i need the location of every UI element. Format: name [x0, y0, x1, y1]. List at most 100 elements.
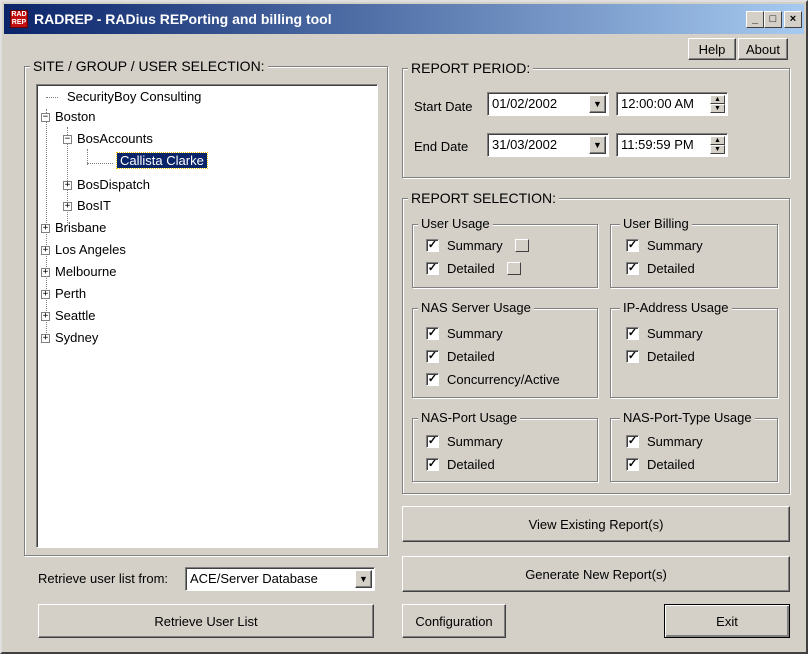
tree-item-sydney[interactable]: Sydney: [55, 330, 98, 345]
user-usage-detailed-checkbox[interactable]: ✓: [426, 262, 439, 275]
nas-server-summary-label: Summary: [447, 326, 503, 341]
exit-button[interactable]: Exit: [664, 604, 790, 638]
tree-expander-bosdispatch[interactable]: +: [63, 181, 72, 190]
about-button[interactable]: About: [738, 38, 788, 60]
ip-address-detailed-label: Detailed: [647, 349, 695, 364]
nas-port-summary-label: Summary: [447, 434, 503, 449]
tree-expander-seattle[interactable]: +: [41, 312, 50, 321]
ip-address-detailed-row[interactable]: ✓ Detailed: [626, 349, 695, 364]
retrieve-user-list-button[interactable]: Retrieve User List: [38, 604, 374, 638]
user-billing-group: [610, 224, 778, 288]
tree-item-seattle[interactable]: Seattle: [55, 308, 95, 323]
spin-up-icon[interactable]: ▲: [710, 136, 725, 145]
nas-server-detailed-checkbox[interactable]: ✓: [426, 350, 439, 363]
nas-port-type-usage-group: [610, 418, 778, 482]
end-date-label: End Date: [414, 139, 469, 154]
tree-expander-melbourne[interactable]: +: [41, 268, 50, 277]
title-bar[interactable]: RAD REP RADREP - RADius REPorting and bi…: [4, 4, 804, 34]
end-time-value: 11:59:59 PM: [621, 137, 694, 152]
user-usage-detailed-row[interactable]: ✓ Detailed: [426, 261, 521, 276]
start-date-picker[interactable]: 01/02/2002 ▼: [487, 92, 609, 116]
tree-item-melbourne[interactable]: Melbourne: [55, 264, 116, 279]
user-billing-detailed-label: Detailed: [647, 261, 695, 276]
nas-port-type-detailed-checkbox[interactable]: ✓: [626, 458, 639, 471]
end-date-value: 31/03/2002: [492, 137, 558, 152]
retrieve-source-value: ACE/Server Database: [190, 571, 318, 586]
user-usage-group: [412, 224, 598, 288]
tree-expander-brisbane[interactable]: +: [41, 224, 50, 233]
nas-server-summary-checkbox[interactable]: ✓: [426, 327, 439, 340]
ip-address-summary-checkbox[interactable]: ✓: [626, 327, 639, 340]
user-billing-summary-row[interactable]: ✓ Summary: [626, 238, 703, 253]
site-tree[interactable]: SecurityBoy Consulting − Boston − BosAcc…: [36, 84, 378, 548]
tree-expander-perth[interactable]: +: [41, 290, 50, 299]
chevron-down-icon[interactable]: ▼: [589, 95, 606, 113]
view-existing-reports-button[interactable]: View Existing Report(s): [402, 506, 790, 542]
configuration-button[interactable]: Configuration: [402, 604, 506, 638]
nas-server-concurrency-label: Concurrency/Active: [447, 372, 560, 387]
spin-down-icon[interactable]: ▼: [710, 145, 725, 154]
user-usage-detailed-options-button[interactable]: [506, 262, 521, 275]
nas-server-usage-title: NAS Server Usage: [418, 300, 534, 315]
tree-expander-bosaccounts[interactable]: −: [63, 135, 72, 144]
nas-port-detailed-row[interactable]: ✓ Detailed: [426, 457, 495, 472]
tree-item-callista-clarke[interactable]: Callista Clarke: [116, 152, 208, 169]
tree-item-bosit[interactable]: BosIT: [77, 198, 111, 213]
user-billing-detailed-row[interactable]: ✓ Detailed: [626, 261, 695, 276]
tree-expander-boston[interactable]: −: [41, 113, 50, 122]
tree-expander-sydney[interactable]: +: [41, 334, 50, 343]
start-time-value: 12:00:00 AM: [621, 96, 694, 111]
tree-item-perth[interactable]: Perth: [55, 286, 86, 301]
tree-item-los-angeles[interactable]: Los Angeles: [55, 242, 126, 257]
nas-server-detailed-row[interactable]: ✓ Detailed: [426, 349, 495, 364]
tree-item-bosaccounts[interactable]: BosAccounts: [77, 131, 153, 146]
user-usage-summary-row[interactable]: ✓ Summary: [426, 238, 529, 253]
chevron-down-icon[interactable]: ▼: [589, 136, 606, 154]
tree-item-bosdispatch[interactable]: BosDispatch: [77, 177, 150, 192]
help-button[interactable]: Help: [688, 38, 736, 60]
tree-item-boston[interactable]: Boston: [55, 109, 95, 124]
retrieve-source-select[interactable]: ACE/Server Database ▼: [185, 567, 375, 591]
ip-address-summary-label: Summary: [647, 326, 703, 341]
ip-address-detailed-checkbox[interactable]: ✓: [626, 350, 639, 363]
nas-port-type-summary-label: Summary: [647, 434, 703, 449]
ip-address-summary-row[interactable]: ✓ Summary: [626, 326, 703, 341]
spin-up-icon[interactable]: ▲: [710, 95, 725, 104]
tree-item-securityboy[interactable]: SecurityBoy Consulting: [67, 89, 201, 104]
start-time-spinner[interactable]: 12:00:00 AM ▲ ▼: [616, 92, 728, 116]
nas-port-summary-checkbox[interactable]: ✓: [426, 435, 439, 448]
nas-port-type-detailed-row[interactable]: ✓ Detailed: [626, 457, 695, 472]
end-time-spin-buttons[interactable]: ▲ ▼: [710, 136, 725, 154]
chevron-down-icon[interactable]: ▼: [355, 570, 372, 588]
tree-item-brisbane[interactable]: Brisbane: [55, 220, 106, 235]
nas-server-detailed-label: Detailed: [447, 349, 495, 364]
tree-expander-losangeles[interactable]: +: [41, 246, 50, 255]
user-billing-detailed-checkbox[interactable]: ✓: [626, 262, 639, 275]
nas-server-concurrency-checkbox[interactable]: ✓: [426, 373, 439, 386]
user-usage-title: User Usage: [418, 216, 493, 231]
close-button[interactable]: ×: [784, 11, 802, 28]
nas-port-usage-group: [412, 418, 598, 482]
user-usage-summary-checkbox[interactable]: ✓: [426, 239, 439, 252]
nas-port-detailed-checkbox[interactable]: ✓: [426, 458, 439, 471]
retrieve-source-label: Retrieve user list from:: [38, 571, 169, 586]
nas-port-type-summary-row[interactable]: ✓ Summary: [626, 434, 703, 449]
minimize-button[interactable]: _: [746, 11, 764, 28]
end-date-picker[interactable]: 31/03/2002 ▼: [487, 133, 609, 157]
spin-down-icon[interactable]: ▼: [710, 104, 725, 113]
site-selection-title: SITE / GROUP / USER SELECTION:: [30, 58, 268, 74]
nas-server-concurrency-row[interactable]: ✓ Concurrency/Active: [426, 372, 560, 387]
ip-address-usage-title: IP-Address Usage: [620, 300, 732, 315]
nas-server-summary-row[interactable]: ✓ Summary: [426, 326, 503, 341]
generate-new-reports-button[interactable]: Generate New Report(s): [402, 556, 790, 592]
start-time-spin-buttons[interactable]: ▲ ▼: [710, 95, 725, 113]
tree-expander-bosit[interactable]: +: [63, 202, 72, 211]
nas-port-type-summary-checkbox[interactable]: ✓: [626, 435, 639, 448]
maximize-button[interactable]: □: [764, 11, 782, 28]
end-time-spinner[interactable]: 11:59:59 PM ▲ ▼: [616, 133, 728, 157]
user-usage-summary-options-button[interactable]: [514, 239, 529, 252]
nas-port-summary-row[interactable]: ✓ Summary: [426, 434, 503, 449]
user-billing-summary-checkbox[interactable]: ✓: [626, 239, 639, 252]
user-billing-summary-label: Summary: [647, 238, 703, 253]
report-period-title: REPORT PERIOD:: [408, 60, 534, 76]
